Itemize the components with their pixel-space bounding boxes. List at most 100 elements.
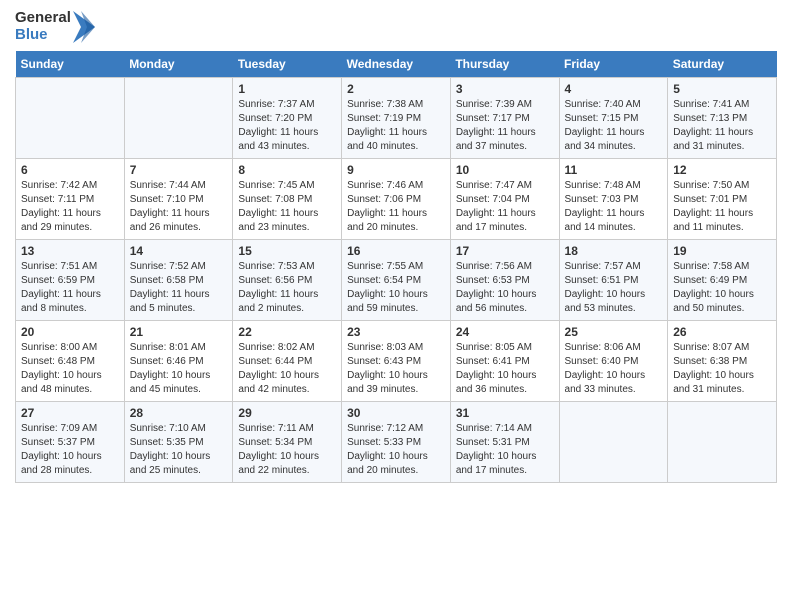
day-cell: 13 Sunrise: 7:51 AM Sunset: 6:59 PM Dayli… xyxy=(16,240,125,321)
day-info: Sunrise: 8:00 AM Sunset: 6:48 PM Dayligh… xyxy=(21,341,119,397)
day-cell: 23 Sunrise: 8:03 AM Sunset: 6:43 PM Dayli… xyxy=(342,321,451,402)
logo-text-block: General Blue xyxy=(15,10,95,43)
day-cell: 16 Sunrise: 7:55 AM Sunset: 6:54 PM Dayli… xyxy=(342,240,451,321)
day-info: Sunrise: 7:14 AM Sunset: 5:31 PM Dayligh… xyxy=(456,422,554,478)
day-cell: 6 Sunrise: 7:42 AM Sunset: 7:11 PM Daylig… xyxy=(16,159,125,240)
day-cell xyxy=(124,78,233,159)
day-cell: 8 Sunrise: 7:45 AM Sunset: 7:08 PM Daylig… xyxy=(233,159,342,240)
day-info: Sunrise: 7:10 AM Sunset: 5:35 PM Dayligh… xyxy=(130,422,228,478)
day-number: 24 xyxy=(456,325,554,339)
day-cell: 15 Sunrise: 7:53 AM Sunset: 6:56 PM Dayli… xyxy=(233,240,342,321)
day-cell: 29Sunrise: 7:11 AM Sunset: 5:34 PM Dayli… xyxy=(233,402,342,483)
day-info: Sunrise: 7:55 AM Sunset: 6:54 PM Dayligh… xyxy=(347,260,445,316)
day-number: 3 xyxy=(456,82,554,96)
day-info: Sunrise: 8:07 AM Sunset: 6:38 PM Dayligh… xyxy=(673,341,771,397)
col-header-sunday: Sunday xyxy=(16,51,125,78)
day-number: 27 xyxy=(21,406,119,420)
day-cell: 17Sunrise: 7:56 AM Sunset: 6:53 PM Dayli… xyxy=(450,240,559,321)
day-cell xyxy=(16,78,125,159)
week-row-1: 1 Sunrise: 7:37 AM Sunset: 7:20 PM Daylig… xyxy=(16,78,777,159)
day-cell xyxy=(559,402,668,483)
col-header-wednesday: Wednesday xyxy=(342,51,451,78)
day-info: Sunrise: 7:38 AM Sunset: 7:19 PM Dayligh… xyxy=(347,98,445,154)
day-number: 4 xyxy=(565,82,663,96)
day-cell: 14 Sunrise: 7:52 AM Sunset: 6:58 PM Dayli… xyxy=(124,240,233,321)
day-cell: 4 Sunrise: 7:40 AM Sunset: 7:15 PM Daylig… xyxy=(559,78,668,159)
day-number: 1 xyxy=(238,82,336,96)
day-number: 31 xyxy=(456,406,554,420)
day-info: Sunrise: 7:45 AM Sunset: 7:08 PM Dayligh… xyxy=(238,179,336,235)
day-info: Sunrise: 7:47 AM Sunset: 7:04 PM Dayligh… xyxy=(456,179,554,235)
day-number: 28 xyxy=(130,406,228,420)
col-header-monday: Monday xyxy=(124,51,233,78)
day-cell: 19Sunrise: 7:58 AM Sunset: 6:49 PM Dayli… xyxy=(668,240,777,321)
day-info: Sunrise: 7:09 AM Sunset: 5:37 PM Dayligh… xyxy=(21,422,119,478)
logo-blue: Blue xyxy=(15,27,71,44)
week-row-3: 13 Sunrise: 7:51 AM Sunset: 6:59 PM Dayli… xyxy=(16,240,777,321)
day-info: Sunrise: 7:53 AM Sunset: 6:56 PM Dayligh… xyxy=(238,260,336,316)
day-number: 29 xyxy=(238,406,336,420)
header-row: SundayMondayTuesdayWednesdayThursdayFrid… xyxy=(16,51,777,78)
header: General Blue xyxy=(15,10,777,43)
logo-chevron-icon xyxy=(73,11,95,43)
day-cell: 21Sunrise: 8:01 AM Sunset: 6:46 PM Dayli… xyxy=(124,321,233,402)
day-info: Sunrise: 7:58 AM Sunset: 6:49 PM Dayligh… xyxy=(673,260,771,316)
day-number: 6 xyxy=(21,163,119,177)
day-cell: 9 Sunrise: 7:46 AM Sunset: 7:06 PM Daylig… xyxy=(342,159,451,240)
day-info: Sunrise: 7:44 AM Sunset: 7:10 PM Dayligh… xyxy=(130,179,228,235)
day-info: Sunrise: 7:42 AM Sunset: 7:11 PM Dayligh… xyxy=(21,179,119,235)
logo-general: General xyxy=(15,10,71,27)
week-row-5: 27 Sunrise: 7:09 AM Sunset: 5:37 PM Dayli… xyxy=(16,402,777,483)
day-info: Sunrise: 7:50 AM Sunset: 7:01 PM Dayligh… xyxy=(673,179,771,235)
day-cell: 2Sunrise: 7:38 AM Sunset: 7:19 PM Daylig… xyxy=(342,78,451,159)
day-info: Sunrise: 7:37 AM Sunset: 7:20 PM Dayligh… xyxy=(238,98,336,154)
day-info: Sunrise: 7:46 AM Sunset: 7:06 PM Dayligh… xyxy=(347,179,445,235)
day-cell: 5Sunrise: 7:41 AM Sunset: 7:13 PM Daylig… xyxy=(668,78,777,159)
day-cell: 22Sunrise: 8:02 AM Sunset: 6:44 PM Dayli… xyxy=(233,321,342,402)
day-number: 7 xyxy=(130,163,228,177)
day-number: 13 xyxy=(21,244,119,258)
day-number: 22 xyxy=(238,325,336,339)
day-number: 5 xyxy=(673,82,771,96)
week-row-4: 20 Sunrise: 8:00 AM Sunset: 6:48 PM Dayli… xyxy=(16,321,777,402)
day-info: Sunrise: 7:51 AM Sunset: 6:59 PM Dayligh… xyxy=(21,260,119,316)
day-cell: 31 Sunrise: 7:14 AM Sunset: 5:31 PM Dayli… xyxy=(450,402,559,483)
col-header-saturday: Saturday xyxy=(668,51,777,78)
logo: General Blue xyxy=(15,10,95,43)
day-number: 11 xyxy=(565,163,663,177)
day-number: 17 xyxy=(456,244,554,258)
day-cell: 11 Sunrise: 7:48 AM Sunset: 7:03 PM Dayli… xyxy=(559,159,668,240)
day-cell: 30Sunrise: 7:12 AM Sunset: 5:33 PM Dayli… xyxy=(342,402,451,483)
day-number: 23 xyxy=(347,325,445,339)
day-number: 21 xyxy=(130,325,228,339)
day-info: Sunrise: 8:03 AM Sunset: 6:43 PM Dayligh… xyxy=(347,341,445,397)
day-info: Sunrise: 8:06 AM Sunset: 6:40 PM Dayligh… xyxy=(565,341,663,397)
day-number: 8 xyxy=(238,163,336,177)
day-number: 14 xyxy=(130,244,228,258)
day-number: 30 xyxy=(347,406,445,420)
logo-words: General Blue xyxy=(15,10,71,43)
day-number: 10 xyxy=(456,163,554,177)
day-number: 16 xyxy=(347,244,445,258)
day-cell: 10 Sunrise: 7:47 AM Sunset: 7:04 PM Dayli… xyxy=(450,159,559,240)
day-number: 18 xyxy=(565,244,663,258)
day-number: 26 xyxy=(673,325,771,339)
day-cell: 3 Sunrise: 7:39 AM Sunset: 7:17 PM Daylig… xyxy=(450,78,559,159)
day-info: Sunrise: 7:40 AM Sunset: 7:15 PM Dayligh… xyxy=(565,98,663,154)
day-cell xyxy=(668,402,777,483)
day-cell: 7 Sunrise: 7:44 AM Sunset: 7:10 PM Daylig… xyxy=(124,159,233,240)
day-cell: 25Sunrise: 8:06 AM Sunset: 6:40 PM Dayli… xyxy=(559,321,668,402)
day-cell: 28 Sunrise: 7:10 AM Sunset: 5:35 PM Dayli… xyxy=(124,402,233,483)
day-cell: 18 Sunrise: 7:57 AM Sunset: 6:51 PM Dayli… xyxy=(559,240,668,321)
day-info: Sunrise: 7:39 AM Sunset: 7:17 PM Dayligh… xyxy=(456,98,554,154)
day-number: 9 xyxy=(347,163,445,177)
day-info: Sunrise: 7:52 AM Sunset: 6:58 PM Dayligh… xyxy=(130,260,228,316)
day-info: Sunrise: 7:57 AM Sunset: 6:51 PM Dayligh… xyxy=(565,260,663,316)
day-info: Sunrise: 8:05 AM Sunset: 6:41 PM Dayligh… xyxy=(456,341,554,397)
day-number: 12 xyxy=(673,163,771,177)
day-cell: 1 Sunrise: 7:37 AM Sunset: 7:20 PM Daylig… xyxy=(233,78,342,159)
day-number: 20 xyxy=(21,325,119,339)
day-number: 15 xyxy=(238,244,336,258)
day-info: Sunrise: 7:48 AM Sunset: 7:03 PM Dayligh… xyxy=(565,179,663,235)
day-cell: 20 Sunrise: 8:00 AM Sunset: 6:48 PM Dayli… xyxy=(16,321,125,402)
